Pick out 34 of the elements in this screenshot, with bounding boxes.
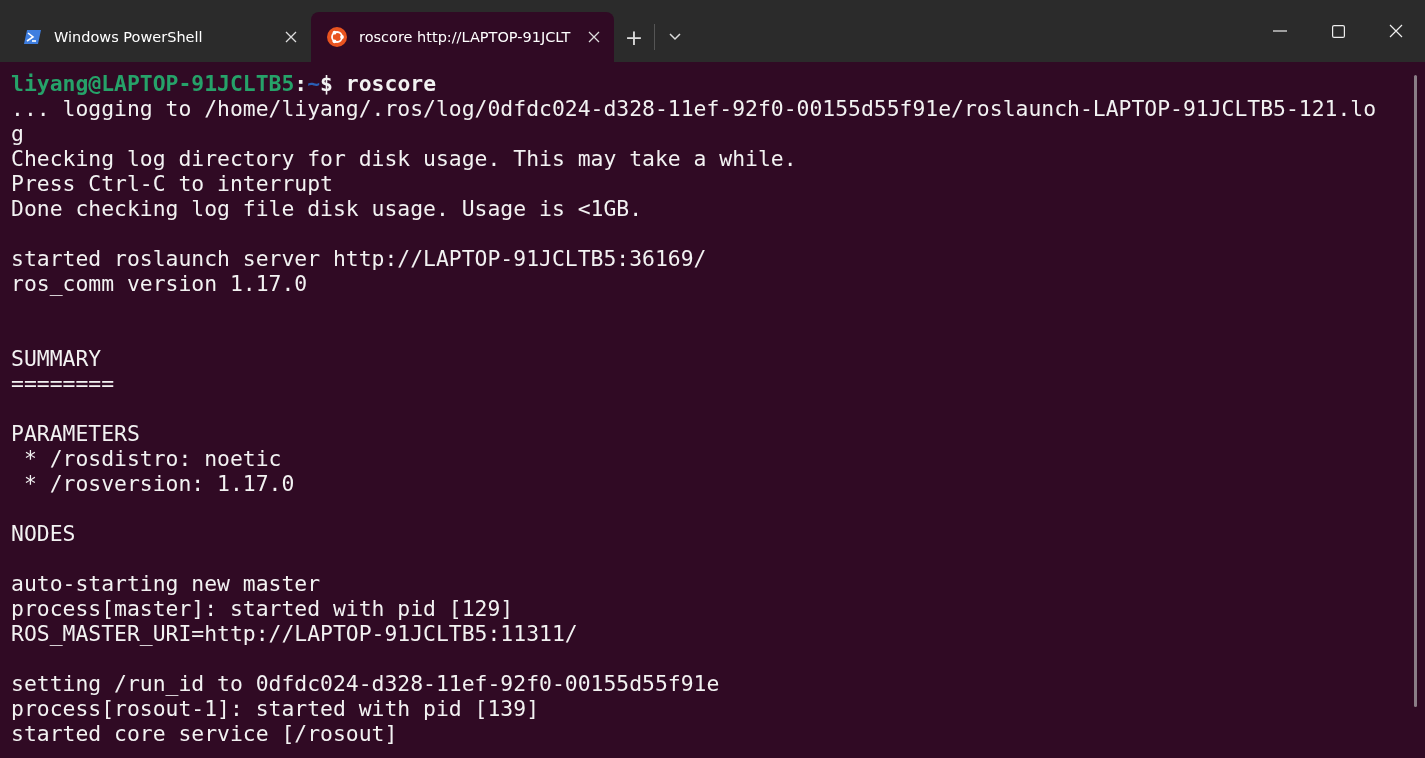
output-line: ======== <box>11 371 116 396</box>
close-icon[interactable] <box>1389 24 1403 38</box>
close-icon[interactable] <box>588 31 600 43</box>
prompt-user: liyang@LAPTOP-91JCLTB5 <box>11 71 295 96</box>
output-line: SUMMARY <box>11 346 103 371</box>
maximize-icon[interactable] <box>1331 24 1345 38</box>
output-line: ... logging to /home/liyang/.ros/log/0dfdc024-d328-11ef-92f0-00155d55f91e/roslaunch-LAPTOP-91JCLTB5-121.lo <box>11 96 1378 121</box>
prompt-path: ~ <box>307 71 321 96</box>
output-line: PARAMETERS <box>11 421 141 446</box>
output-line: started roslaunch server http://LAPTOP-91JCLTB5:36169/ <box>11 246 708 271</box>
output-line: * /rosdistro: noetic <box>22 446 283 471</box>
tab[interactable]: Windows PowerShell <box>8 12 311 62</box>
output-line: ros_comm version 1.17.0 <box>11 271 309 296</box>
new-tab-button[interactable]: + <box>614 12 654 62</box>
output-line: g <box>11 121 25 146</box>
output-line: Press Ctrl-C to interrupt <box>11 171 334 196</box>
output-line: Checking log directory for disk usage. This may take a while. <box>11 146 798 171</box>
output-line: * /rosversion: 1.17.0 <box>22 471 296 496</box>
output-line: NODES <box>11 521 77 546</box>
output-line: setting /run_id to 0dfdc024-d328-11ef-92f0-00155d55f91e <box>11 671 721 696</box>
scrollbar[interactable] <box>1414 75 1417 707</box>
tab[interactable]: roscore http://LAPTOP-91JCLT <box>311 12 614 62</box>
terminal-icon <box>24 29 42 45</box>
output-line: ROS_MASTER_URI=http://LAPTOP-91JCLTB5:11311/ <box>11 621 579 646</box>
output-line: process[master]: started with pid [129] <box>11 596 515 621</box>
prompt-separator: : <box>294 71 308 96</box>
output-line: Done checking log file disk usage. Usage is <1GB. <box>11 196 644 221</box>
output-line: auto-starting new master <box>11 571 322 596</box>
close-icon[interactable] <box>285 31 297 43</box>
ubuntu-icon <box>327 27 347 47</box>
output-line: process[rosout-1]: started with pid [139] <box>11 696 540 721</box>
output-line: started core service [/rosout] <box>11 721 399 746</box>
command-text: $ roscore <box>320 71 436 96</box>
chevron-down-icon[interactable] <box>669 33 681 41</box>
